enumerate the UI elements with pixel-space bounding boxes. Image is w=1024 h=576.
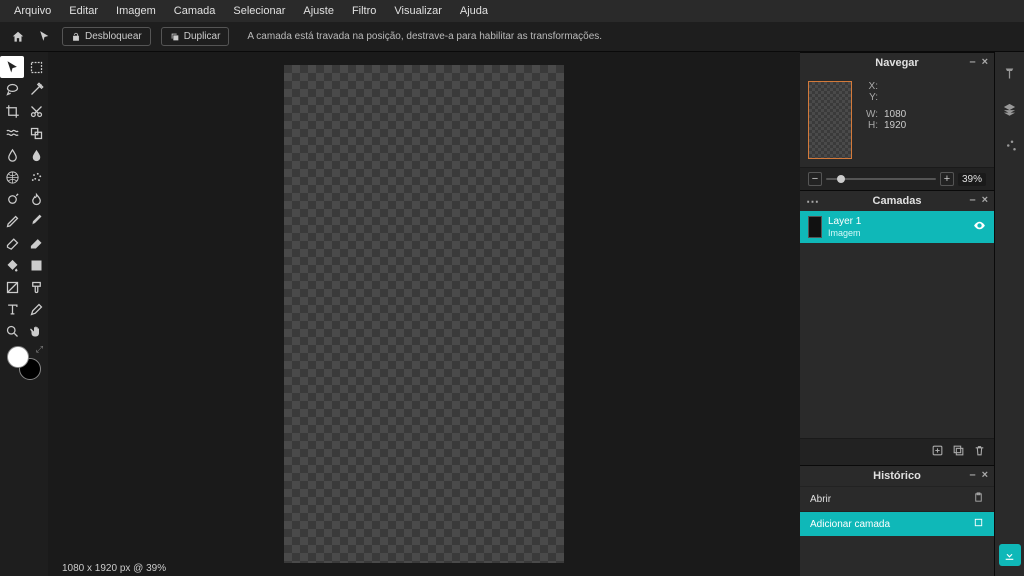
history-item[interactable]: Abrir [800,486,994,511]
layer-thumb [808,216,822,238]
color-swatch[interactable]: ⤢ [7,346,41,380]
right-panels: Navegar –× X: Y: W:1080 H:1920 − + 39% ⋯… [800,52,994,576]
unlock-label: Desbloquear [85,31,142,42]
toolbox: ⤢ [0,52,48,576]
tool-spray[interactable] [24,166,48,188]
tool-droplet[interactable] [24,144,48,166]
layers-panel-header: ⋯ Camadas –× [800,190,994,211]
tool-gradient[interactable] [24,254,48,276]
navigate-body: X: Y: W:1080 H:1920 [800,73,994,167]
tool-crop[interactable] [0,100,24,122]
visibility-icon[interactable] [973,219,986,235]
tool-marquee[interactable] [24,56,48,78]
layers-menu-icon[interactable]: ⋯ [806,194,819,210]
tool-pen[interactable] [0,210,24,232]
zoom-row: − + 39% [800,167,994,190]
status-bar: 1080 x 1920 px @ 39% [62,561,166,576]
foreground-color[interactable] [7,346,29,368]
navigate-panel-header: Navegar –× [800,52,994,73]
zoom-slider[interactable] [826,178,936,180]
duplicate-button[interactable]: Duplicar [161,27,230,46]
zoom-out-button[interactable]: − [808,172,822,186]
tool-clone[interactable] [24,122,48,144]
navigate-title: Navegar [875,57,918,69]
menu-filtro[interactable]: Filtro [352,5,376,17]
tool-fill[interactable] [0,254,24,276]
tool-arrow[interactable] [0,56,24,78]
canvas-area: 1080 x 1920 px @ 39% [48,52,800,576]
tool-dodge[interactable] [0,188,24,210]
nav-preview[interactable] [808,81,852,159]
menu-selecionar[interactable]: Selecionar [233,5,285,17]
history-label: Adicionar camada [810,519,890,530]
type-tab-icon[interactable] [1002,66,1017,84]
tool-paint[interactable] [24,276,48,298]
history-panel-header: Histórico –× [800,465,994,486]
menu-visualizar[interactable]: Visualizar [394,5,442,17]
menubar: Arquivo Editar Imagem Camada Selecionar Ajust… [0,0,1024,22]
history-item[interactable]: Adicionar camada [800,511,994,536]
swap-colors-icon[interactable]: ⤢ [36,344,43,355]
tool-brush[interactable] [24,210,48,232]
tool-zoom[interactable] [0,320,24,342]
close-icon[interactable]: × [982,56,988,68]
download-button[interactable] [999,544,1021,566]
tool-mesh[interactable] [0,166,24,188]
layers-footer [800,438,994,465]
layers-tab-icon[interactable] [1002,102,1017,120]
minimize-icon[interactable]: – [969,56,975,68]
top-toolbar: Desbloquear Duplicar A camada está trava… [0,22,1024,52]
close-icon[interactable]: × [982,194,988,206]
tool-hand[interactable] [24,320,48,342]
tool-eraser2[interactable] [24,232,48,254]
nav-info: X: Y: W:1080 H:1920 [864,81,906,159]
home-icon[interactable] [10,29,26,45]
minimize-icon[interactable]: – [969,469,975,481]
hint-text: A camada está travada na posição, destra… [247,31,602,42]
layer-type: Imagem [828,228,967,238]
layer-name: Layer 1 [828,216,967,228]
tool-picker[interactable] [24,298,48,320]
tool-lasso[interactable] [0,78,24,100]
layer-item[interactable]: Layer 1 Imagem [800,211,994,243]
tool-wand[interactable] [24,78,48,100]
history-label: Abrir [810,494,831,505]
layers-list: Layer 1 Imagem [800,211,994,438]
duplicate-layer-icon[interactable] [952,444,965,460]
menu-arquivo[interactable]: Arquivo [14,5,51,17]
sliders-tab-icon[interactable] [1002,138,1017,156]
tool-cut[interactable] [24,100,48,122]
tool-shape[interactable] [0,276,24,298]
layer-icon [973,517,984,531]
duplicate-label: Duplicar [184,31,221,42]
history-title: Histórico [873,470,921,482]
clipboard-icon [973,492,984,506]
layers-title: Camadas [873,195,922,207]
minimize-icon[interactable]: – [969,194,975,206]
menu-ajuste[interactable]: Ajuste [303,5,334,17]
tool-burn[interactable] [24,188,48,210]
tool-blur[interactable] [0,144,24,166]
arrow-icon[interactable] [36,29,52,45]
add-layer-icon[interactable] [931,444,944,460]
menu-imagem[interactable]: Imagem [116,5,156,17]
history-list: Abrir Adicionar camada [800,486,994,576]
menu-editar[interactable]: Editar [69,5,98,17]
sidebar-tabs [994,52,1024,576]
tool-eraser[interactable] [0,232,24,254]
zoom-in-button[interactable]: + [940,172,954,186]
delete-layer-icon[interactable] [973,444,986,460]
menu-camada[interactable]: Camada [174,5,216,17]
tool-text[interactable] [0,298,24,320]
zoom-value: 39% [958,173,986,186]
tool-liquify[interactable] [0,122,24,144]
unlock-button[interactable]: Desbloquear [62,27,151,46]
menu-ajuda[interactable]: Ajuda [460,5,488,17]
canvas[interactable] [284,65,564,563]
close-icon[interactable]: × [982,469,988,481]
